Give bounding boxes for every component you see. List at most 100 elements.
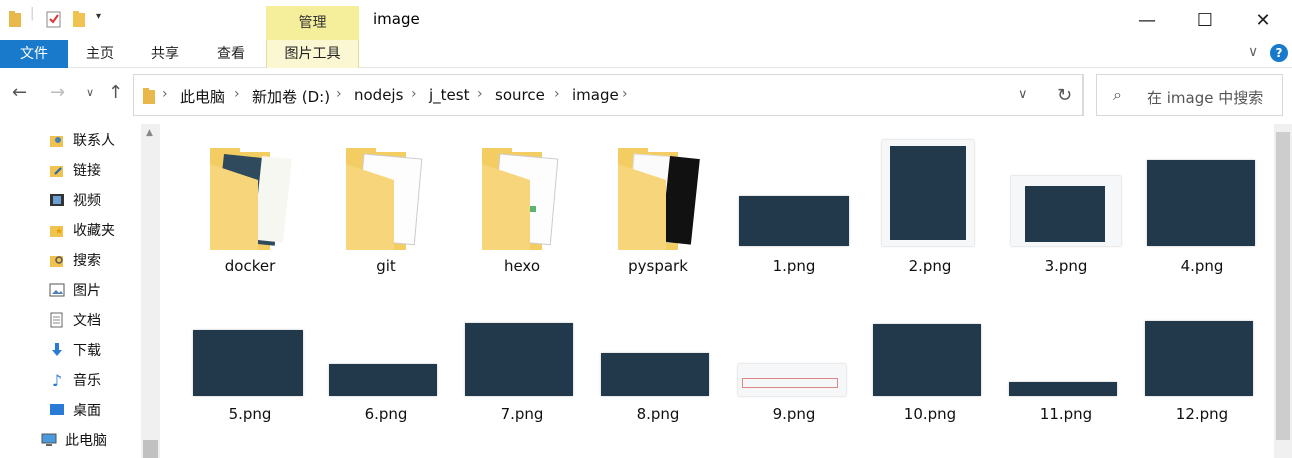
up-arrow-icon[interactable]: ↑ <box>108 82 123 103</box>
breadcrumb-this-pc[interactable]: 此电脑 <box>180 86 225 107</box>
tab-share[interactable]: 共享 <box>132 40 198 68</box>
breadcrumb-chevron-icon[interactable]: › <box>477 86 483 102</box>
address-bar[interactable]: › 此电脑 › 新加卷 (D:) › nodejs › j_test › sou… <box>133 74 1083 116</box>
search-input[interactable]: ⌕ 在 image 中搜索 <box>1096 74 1283 116</box>
breadcrumb-chevron-icon[interactable]: › <box>622 86 628 102</box>
file-11-png[interactable]: 11.png <box>1006 284 1126 434</box>
tab-home[interactable]: 主页 <box>68 40 132 68</box>
folder-icon <box>8 10 22 32</box>
file-name: pyspark <box>628 257 688 275</box>
address-dropdown-icon[interactable]: ∨ <box>1018 87 1028 102</box>
expand-ribbon-icon[interactable]: ∨ <box>1248 44 1258 60</box>
sidebar-item-favorites[interactable]: 收藏夹 <box>48 218 115 242</box>
properties-icon[interactable] <box>46 10 62 32</box>
sidebar-scrollbar[interactable]: ▲ <box>141 124 160 458</box>
videos-icon <box>48 191 66 209</box>
file-name: git <box>376 257 396 275</box>
forward-arrow-icon[interactable]: → <box>50 82 65 103</box>
sidebar-item-videos[interactable]: 视频 <box>48 188 101 212</box>
folder-icon <box>346 148 423 250</box>
window-title: image <box>373 10 420 28</box>
file-2-png[interactable]: 2.png <box>870 124 990 284</box>
divider: | <box>30 6 35 21</box>
breadcrumb-j-test[interactable]: j_test <box>429 86 469 104</box>
breadcrumb-chevron-icon[interactable]: › <box>234 86 240 102</box>
sidebar-item-this-pc[interactable]: 此电脑 <box>40 428 107 452</box>
file-10-png[interactable]: 10.png <box>870 284 990 434</box>
scroll-up-icon[interactable]: ▲ <box>146 128 153 138</box>
sidebar-item-links[interactable]: 链接 <box>48 158 101 182</box>
refresh-icon: ↻ <box>1056 84 1073 106</box>
search-icon: ⌕ <box>1113 85 1122 104</box>
minimize-button[interactable]: — <box>1118 0 1176 40</box>
recent-locations-icon[interactable]: ∨ <box>86 86 94 99</box>
this-pc-icon <box>40 431 58 449</box>
file-name: 2.png <box>908 257 952 275</box>
tab-file[interactable]: 文件 <box>0 40 68 68</box>
maximize-button[interactable]: ☐ <box>1176 0 1234 40</box>
navigation-pane: 联系人 链接 视频 收藏夹 搜索 图片 文档 下载 ♪ 音乐 桌面 此电脑 <box>0 124 160 458</box>
tab-view[interactable]: 查看 <box>198 40 264 68</box>
breadcrumb-chevron-icon[interactable]: › <box>554 86 560 102</box>
breadcrumb-chevron-icon[interactable]: › <box>162 86 168 102</box>
links-icon <box>48 161 66 179</box>
content-scrollbar[interactable] <box>1274 124 1292 458</box>
file-name: 11.png <box>1039 405 1093 423</box>
file-4-png[interactable]: 4.png <box>1142 124 1262 284</box>
file-name: docker <box>224 257 276 275</box>
file-3-png[interactable]: 3.png <box>1006 124 1126 284</box>
sidebar-item-searches[interactable]: 搜索 <box>48 248 101 272</box>
breadcrumb-image[interactable]: image <box>572 86 619 104</box>
help-icon[interactable]: ? <box>1270 44 1288 62</box>
breadcrumb-drive-d[interactable]: 新加卷 (D:) <box>252 86 330 107</box>
file-name: 4.png <box>1180 257 1224 275</box>
sidebar-item-music[interactable]: ♪ 音乐 <box>48 368 101 392</box>
sidebar-item-desktop[interactable]: 桌面 <box>48 398 101 422</box>
folder-hexo[interactable]: hexo <box>462 124 582 284</box>
file-name: 12.png <box>1175 405 1229 423</box>
ribbon-tabs: 文件 主页 共享 查看 图片工具 ∨ ? <box>0 40 1292 68</box>
sidebar-item-downloads[interactable]: 下载 <box>48 338 101 362</box>
folder-icon <box>618 148 700 250</box>
back-arrow-icon[interactable]: ← <box>12 82 27 103</box>
image-thumbnail <box>601 353 709 396</box>
image-thumbnail <box>193 330 303 396</box>
folder-icon <box>142 87 156 109</box>
title-bar: | ▾ 管理 image — ☐ ✕ <box>0 0 1292 40</box>
context-tab-manage[interactable]: 管理 <box>266 6 359 40</box>
downloads-icon <box>48 341 66 359</box>
folder-docker[interactable]: docker <box>190 124 310 284</box>
pictures-icon <box>48 281 66 299</box>
file-name: 6.png <box>364 405 408 423</box>
refresh-button[interactable]: ↻ <box>1046 74 1084 116</box>
file-9-png[interactable]: 9.png <box>734 284 854 434</box>
sidebar-item-documents[interactable]: 文档 <box>48 308 101 332</box>
breadcrumb-chevron-icon[interactable]: › <box>336 86 342 102</box>
file-7-png[interactable]: 7.png <box>462 284 582 434</box>
file-1-png[interactable]: 1.png <box>734 124 854 284</box>
new-folder-icon[interactable] <box>72 10 86 32</box>
file-5-png[interactable]: 5.png <box>190 284 310 434</box>
folder-icon <box>482 148 559 250</box>
image-thumbnail <box>739 196 849 246</box>
folder-pyspark[interactable]: pyspark <box>598 124 718 284</box>
file-12-png[interactable]: 12.png <box>1142 284 1262 434</box>
breadcrumb-source[interactable]: source <box>495 86 545 104</box>
breadcrumb-nodejs[interactable]: nodejs <box>354 86 403 104</box>
image-thumbnail <box>465 323 573 396</box>
tab-picture-tools[interactable]: 图片工具 <box>266 40 359 68</box>
file-name: 8.png <box>636 405 680 423</box>
file-name: hexo <box>503 257 541 275</box>
searches-icon <box>48 251 66 269</box>
file-6-png[interactable]: 6.png <box>326 284 446 434</box>
sidebar-item-pictures[interactable]: 图片 <box>48 278 101 302</box>
sidebar-scroll-thumb[interactable] <box>143 440 158 458</box>
customize-toolbar-icon[interactable]: ▾ <box>96 11 101 22</box>
sidebar-item-contacts[interactable]: 联系人 <box>48 128 115 152</box>
file-name: 1.png <box>772 257 816 275</box>
file-8-png[interactable]: 8.png <box>598 284 718 434</box>
folder-git[interactable]: git <box>326 124 446 284</box>
close-button[interactable]: ✕ <box>1234 0 1292 40</box>
breadcrumb-chevron-icon[interactable]: › <box>411 86 417 102</box>
content-scroll-thumb[interactable] <box>1276 132 1290 440</box>
